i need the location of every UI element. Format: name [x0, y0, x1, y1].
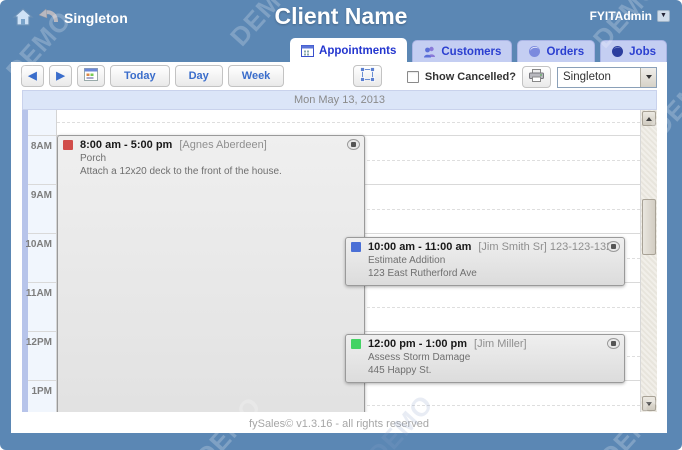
- tab-bar: Appointments Customers Orders Jobs: [290, 38, 667, 62]
- globe-icon: [611, 45, 624, 58]
- app-window: DEMO DEMO DEMO DEMO DEMO DEMO DEMO Singl…: [0, 0, 682, 450]
- location-select-value: Singleton: [563, 71, 611, 83]
- tag-icon: [528, 45, 541, 58]
- note-glyph: [611, 341, 616, 346]
- appointment-customer: [Jim Smith Sr] 123-123-1321: [478, 241, 619, 253]
- appointment-time: 12:00 pm - 1:00 pm: [368, 338, 468, 350]
- toolbar-left-group: ◀ ▶ Today Day Week: [21, 65, 383, 87]
- date-picker-icon: [84, 68, 98, 84]
- location-select[interactable]: Singleton: [557, 66, 657, 88]
- print-icon: [529, 69, 544, 85]
- print-button[interactable]: [522, 66, 551, 88]
- tab-jobs[interactable]: Jobs: [600, 40, 667, 62]
- scroll-down-button[interactable]: [642, 396, 656, 411]
- scroll-up-button[interactable]: [642, 111, 656, 126]
- note-icon[interactable]: [347, 139, 360, 150]
- app-header: Singleton Client Name FYITAdmin ▼ Appoin…: [0, 0, 682, 62]
- tab-customers[interactable]: Customers: [412, 40, 513, 62]
- appointment-summary: Estimate Addition: [368, 255, 446, 266]
- category-color-swatch: [351, 242, 361, 252]
- footer-copyright: fySales© v1.3.16 - all rights reserved: [249, 418, 429, 430]
- time-label: 9AM: [30, 190, 52, 201]
- prev-icon: ◀: [28, 69, 37, 82]
- scroll-down-icon: [646, 401, 652, 406]
- expand-icon: [360, 67, 376, 85]
- calendar-body: 8AM 9AM 10AM 11AM 12PM 1PM 8:00 am - 5:0…: [22, 110, 657, 412]
- scrollbar-thumb[interactable]: [642, 199, 656, 255]
- category-color-swatch: [63, 140, 73, 150]
- appointment-time: 10:00 am - 11:00 am: [368, 241, 472, 253]
- scroll-up-icon: [646, 116, 652, 121]
- user-menu-label: FYITAdmin: [589, 9, 652, 23]
- tab-label: Orders: [546, 45, 585, 58]
- tab-label: Customers: [441, 45, 502, 58]
- today-button[interactable]: Today: [110, 65, 170, 87]
- prev-day-button[interactable]: ◀: [21, 65, 44, 87]
- appointment[interactable]: 8:00 am - 5:00 pm [Agnes Aberdeen] Porch…: [57, 135, 365, 412]
- note-glyph: [611, 244, 616, 249]
- next-icon: ▶: [56, 69, 65, 82]
- show-cancelled-label: Show Cancelled?: [424, 71, 516, 83]
- tab-orders[interactable]: Orders: [517, 40, 596, 62]
- main-content: ◀ ▶ Today Day Week Show Cancelled? Singl…: [11, 62, 667, 433]
- appointment[interactable]: 12:00 pm - 1:00 pm [Jim Miller] Assess S…: [345, 334, 625, 383]
- appointment-summary: Porch: [80, 153, 107, 164]
- caret-down-icon: ▼: [657, 10, 670, 22]
- appointment-description: Attach a 12x20 deck to the front of the …: [80, 166, 282, 177]
- tab-appointments[interactable]: Appointments: [290, 38, 408, 62]
- note-icon[interactable]: [607, 241, 620, 252]
- category-color-swatch: [351, 339, 361, 349]
- time-label: 1PM: [31, 386, 52, 397]
- day-view-button[interactable]: Day: [174, 65, 223, 87]
- time-label: 12PM: [25, 337, 52, 348]
- note-icon[interactable]: [607, 338, 620, 349]
- people-icon: [423, 45, 436, 58]
- time-label: 8AM: [30, 141, 52, 152]
- select-dropdown-icon[interactable]: [640, 67, 656, 87]
- time-label: 11AM: [25, 288, 52, 299]
- show-cancelled-checkbox[interactable]: [406, 71, 419, 83]
- fullscreen-button[interactable]: [353, 65, 383, 87]
- appointment[interactable]: 10:00 am - 11:00 am [Jim Smith Sr] 123-1…: [345, 237, 625, 286]
- date-picker-button[interactable]: [77, 65, 105, 87]
- appointment-time: 8:00 am - 5:00 pm: [80, 139, 173, 151]
- page-title: Client Name: [274, 3, 408, 29]
- user-menu[interactable]: FYITAdmin ▼: [590, 9, 670, 23]
- calendar-toolbar: ◀ ▶ Today Day Week Show Cancelled? Singl…: [11, 62, 667, 90]
- week-view-button[interactable]: Week: [227, 65, 285, 87]
- appointment-customer: [Agnes Aberdeen]: [179, 139, 267, 151]
- tab-label: Appointments: [319, 44, 397, 57]
- day-grid[interactable]: 8:00 am - 5:00 pm [Agnes Aberdeen] Porch…: [57, 110, 640, 412]
- tab-label: Jobs: [629, 45, 656, 58]
- calendar-date-header: Mon May 13, 2013: [22, 90, 657, 110]
- time-label: 10AM: [25, 239, 52, 250]
- appointment-description: 123 East Rutherford Ave: [368, 268, 477, 279]
- vertical-scrollbar[interactable]: [640, 110, 657, 412]
- calendar-icon: [301, 44, 315, 57]
- toolbar-right-group: Show Cancelled? Singleton: [406, 66, 657, 88]
- appointment-description: 445 Happy St.: [368, 365, 432, 376]
- day-calendar: Mon May 13, 2013 8AM 9AM 10AM 11AM 12PM …: [22, 90, 657, 412]
- time-gutter: 8AM 9AM 10AM 11AM 12PM 1PM: [22, 110, 57, 412]
- note-glyph: [351, 142, 356, 147]
- appointment-customer: [Jim Miller]: [474, 338, 527, 350]
- appointment-summary: Assess Storm Damage: [368, 352, 471, 363]
- next-day-button[interactable]: ▶: [49, 65, 72, 87]
